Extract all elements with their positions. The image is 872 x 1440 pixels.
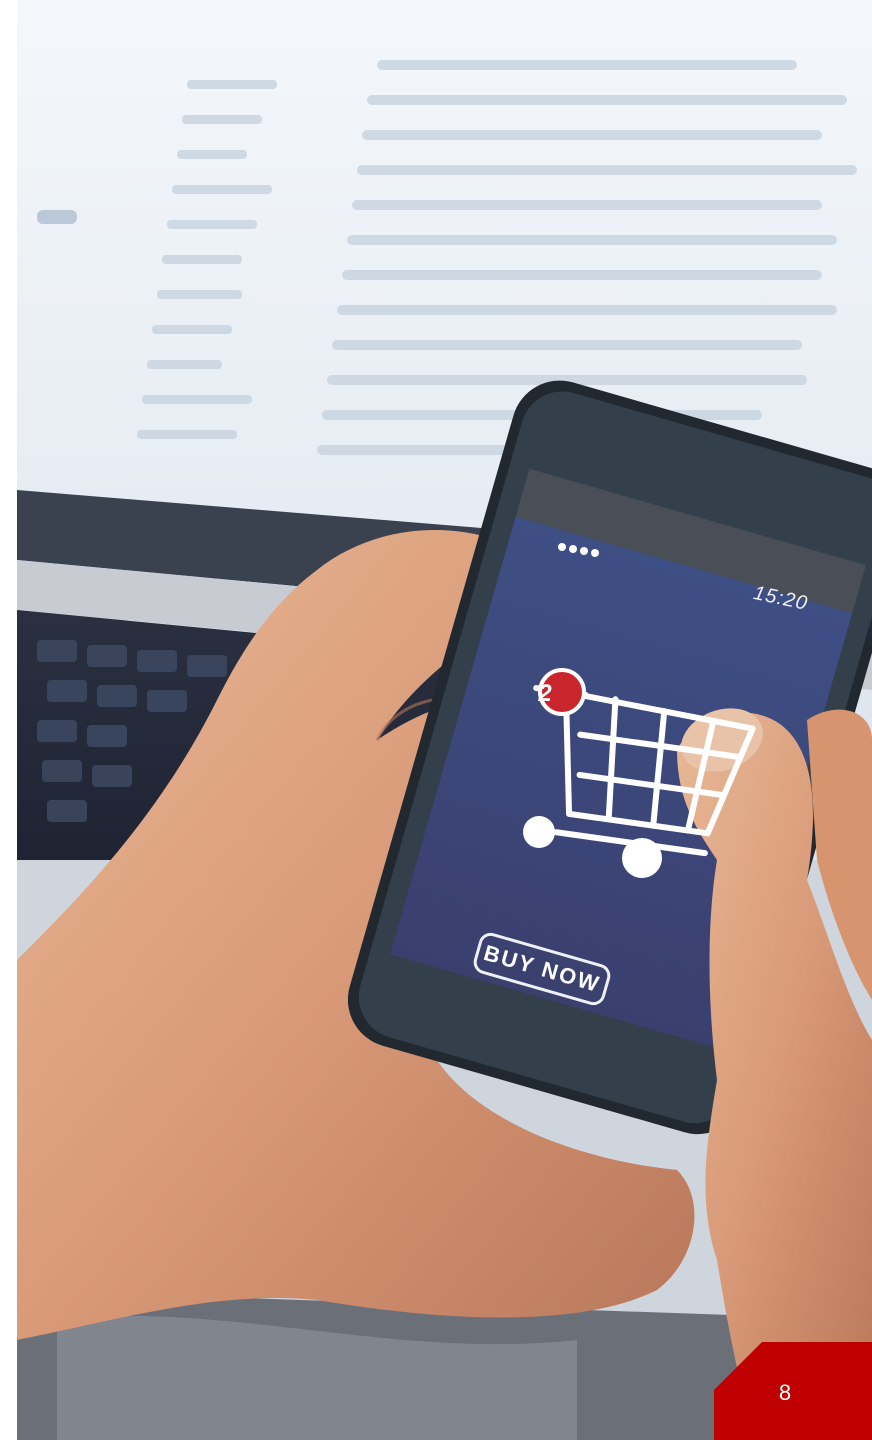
background-photo (17, 0, 872, 1440)
cart-badge-count: 2 (538, 680, 552, 707)
signal-dots-icon (558, 543, 599, 557)
page-number: 8 (778, 1380, 792, 1405)
page-left-margin (0, 0, 17, 1440)
